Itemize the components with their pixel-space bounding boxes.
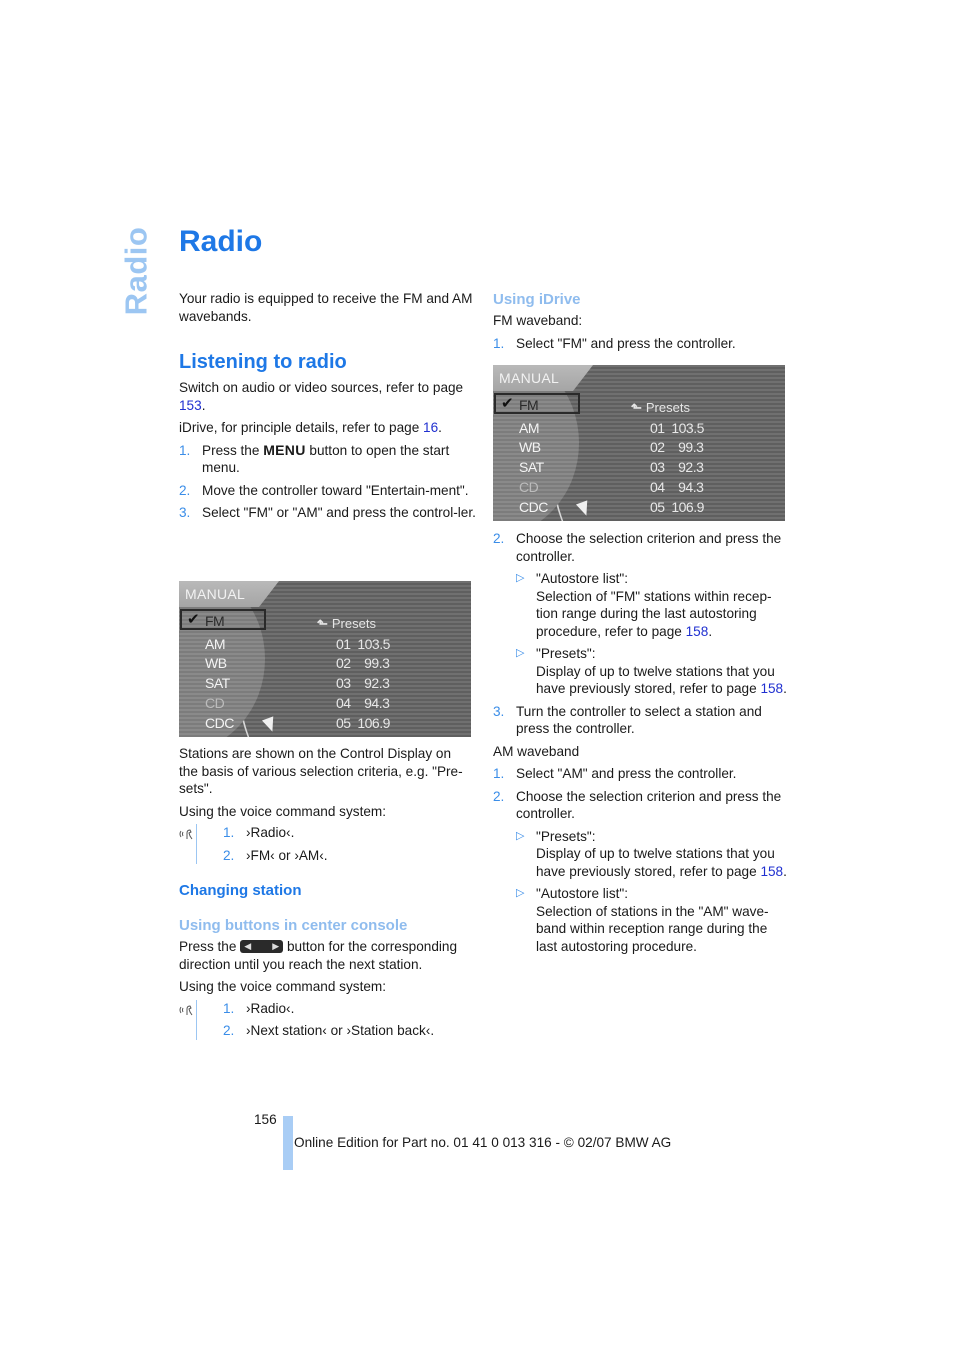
list-item: 1. ›Radio‹. — [223, 1000, 295, 1016]
right-column: Using iDrive FM waveband: 1. Select "FM"… — [493, 290, 787, 352]
preset-row: 05 106.9 — [336, 715, 390, 731]
page-title: Radio — [179, 225, 263, 258]
control-display-screenshot: MANUAL ✔ FM AM WB SAT CD CDC ⬑ Presets 01… — [179, 581, 471, 737]
bullet-triangle-icon: ▷ — [516, 647, 525, 659]
preset-row: 01 103.5 — [336, 636, 390, 652]
page-link-158[interactable]: 158 — [686, 624, 709, 639]
preset-row: 02 99.3 — [650, 439, 704, 455]
checkmark-icon: ✔ — [501, 395, 514, 412]
preset-row: 05 106.9 — [650, 499, 704, 515]
list-item: 1. Select "AM" and press the controller. — [493, 766, 737, 781]
paragraph-press-button: Press the ◀ ▶ button for the correspondin… — [179, 939, 458, 972]
heading-listening-to-radio: Listening to radio — [179, 351, 347, 373]
list-item: 2. Move the controller toward "Entertain… — [179, 482, 469, 498]
bullet-item: ▷ "Presets": Display of up to twelve sta… — [516, 646, 787, 696]
presets-header: ⬑ Presets — [317, 616, 376, 631]
page-number: 156 — [254, 1112, 277, 1127]
list-item: 2. ›Next station‹ or ›Station back‹. — [223, 1023, 435, 1038]
source-item-am: AM — [519, 420, 540, 436]
source-item-sat: SAT — [519, 459, 544, 475]
source-item-cdc: CDC — [205, 715, 234, 731]
footer-edition-text: Online Edition for Part no. 01 41 0 013 … — [294, 1135, 672, 1150]
am-waveband-label: AM waveband — [493, 743, 580, 759]
presets-header: ⬑ Presets — [631, 400, 690, 415]
page-link-153[interactable]: 153 — [179, 398, 202, 413]
list-item: 2. ›FM‹ or ›AM‹. — [223, 847, 328, 863]
list-item: 3. Turn the controller to select a stati… — [493, 703, 762, 737]
bullet-item: ▷ "Autostore list": Selection of "FM" st… — [516, 571, 772, 639]
bullet-triangle-icon: ▷ — [516, 829, 525, 842]
source-item-cd: CD — [205, 695, 225, 711]
source-item-wb: WB — [519, 439, 541, 455]
source-item-cdc: CDC — [519, 499, 548, 515]
list-item: 1. ›Radio‹. — [223, 825, 295, 840]
right-column-lower: 2. Choose the selection criterion and pr… — [493, 530, 787, 955]
bullet-triangle-icon: ▷ — [516, 572, 525, 584]
source-item-am: AM — [205, 636, 226, 652]
source-item-sat: SAT — [205, 675, 230, 691]
paragraph-switch-on: Switch on audio or video sources, refer … — [179, 380, 464, 413]
page-link-158[interactable]: 158 — [760, 681, 783, 696]
heading-using-idrive: Using iDrive — [493, 291, 581, 308]
intro-paragraph: Your radio is equipped to receive the FM… — [179, 291, 473, 324]
preset-row: 03 92.3 — [650, 459, 704, 475]
voice-command-block: 1. ›Radio‹. 2. ›FM‹ or ›AM‹. — [179, 824, 473, 864]
preset-row: 02 99.3 — [336, 655, 390, 671]
heading-center-console-buttons: Using buttons in center console — [179, 917, 408, 934]
left-column: Your radio is equipped to receive the FM… — [179, 290, 476, 522]
preset-row: 04 94.3 — [650, 479, 704, 495]
footer-accent-bar — [283, 1116, 293, 1170]
page-link-158[interactable]: 158 — [760, 864, 783, 879]
voice-command-icon — [179, 829, 193, 840]
return-arrow-icon: ⬑ — [317, 616, 328, 631]
paragraph-stations-shown: Stations are shown on the Control Displa… — [179, 746, 463, 796]
source-item-fm: FM — [519, 397, 539, 413]
preset-row: 01 103.5 — [650, 420, 704, 436]
list-item: 1. Press the MENU button to open the sta… — [179, 441, 450, 476]
source-item-wb: WB — [205, 655, 227, 671]
preset-row: 04 94.3 — [336, 695, 390, 711]
station-seek-button-icon: ◀ ▶ — [240, 940, 284, 953]
return-arrow-icon: ⬑ — [631, 400, 642, 415]
preset-row: 03 92.3 — [336, 675, 390, 691]
voice-intro: Using the voice command system: — [179, 979, 387, 994]
list-item: 2. Choose the selection criterion and pr… — [493, 531, 782, 564]
list-item: 2. Choose the selection criterion and pr… — [493, 788, 782, 822]
fm-waveband-label: FM waveband: — [493, 313, 583, 328]
voice-intro: Using the voice command system: — [179, 803, 387, 819]
source-item-fm: FM — [205, 613, 225, 629]
chapter-side-tab-label: Radio — [118, 226, 154, 316]
menu-button-keyword: MENU — [263, 441, 306, 458]
list-item: 3. Select "FM" or "AM" and press the con… — [179, 505, 476, 520]
paragraph-idrive-principle: iDrive, for principle details, refer to … — [179, 420, 442, 435]
bullet-item: ▷ "Autostore list": Selection of station… — [516, 886, 769, 954]
bullet-triangle-icon: ▷ — [516, 887, 525, 899]
voice-command-block: 1. ›Radio‹. 2. ›Next station‹ or ›Statio… — [179, 999, 473, 1040]
control-display-screenshot: MANUAL ✔ FM AM WB SAT CD CDC ⬑ Presets 01… — [493, 365, 785, 521]
page-link-16[interactable]: 16 — [423, 420, 438, 435]
left-column-lower: Stations are shown on the Control Displa… — [179, 745, 473, 1040]
heading-changing-station: Changing station — [179, 882, 302, 899]
list-item: 1. Select "FM" and press the controller. — [493, 335, 736, 351]
source-item-cd: CD — [519, 479, 539, 495]
chapter-side-tab: Radio — [116, 226, 156, 316]
checkmark-icon: ✔ — [187, 611, 200, 628]
bullet-item: ▷ "Presets": Display of up to twelve sta… — [516, 828, 787, 879]
voice-command-icon — [179, 1004, 193, 1015]
